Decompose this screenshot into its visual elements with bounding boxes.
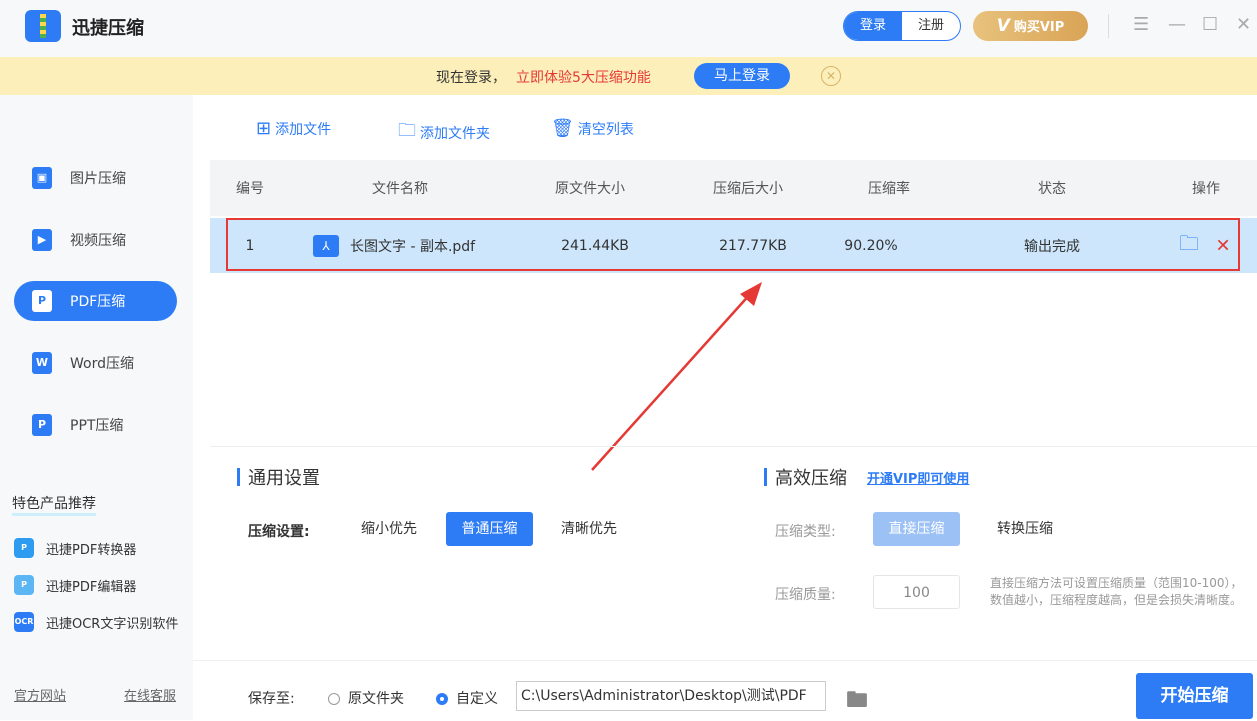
sidebar-item-label: Word压缩 [70,356,134,372]
add-folder-button[interactable]: 🗀 添加文件夹 [398,118,490,148]
title-bar: 迅捷压缩 登录 注册 V 购买VIP ☰ — ☐ ✕ [0,0,1257,57]
sidebar-item-label: PDF压缩 [70,294,126,310]
featured-title: 特色产品推荐 [12,493,96,516]
header-actions: 操作 [1192,181,1220,197]
bottom-bar: 保存至: 原文件夹 自定义 C:\Users\Administrator\Des… [193,660,1257,720]
product-label: 迅捷PDF转换器 [46,542,137,558]
product-ocr[interactable]: OCR 迅捷OCR文字识别软件 [14,612,178,632]
general-settings-title: 通用设置 [237,464,320,490]
table-header: 编号 文件名称 原文件大小 压缩后大小 压缩率 状态 操作 [210,160,1257,216]
app-logo-icon [25,10,61,42]
maximize-icon[interactable]: ☐ [1202,14,1218,35]
annotation-arrow [591,282,762,471]
add-file-icon: ⊞ [256,118,272,139]
word-icon: W [32,352,52,374]
menu-icon[interactable]: ☰ [1133,14,1149,35]
online-support-link[interactable]: 在线客服 [124,685,176,704]
trash-icon: 🗑 [551,118,574,139]
output-path-input[interactable]: C:\Users\Administrator\Desktop\测试\PDF [516,681,826,711]
ocr-icon: OCR [14,612,34,632]
login-banner: 现在登录， 立即体验5大压缩功能 马上登录 ✕ [0,57,1257,95]
open-vip-link[interactable]: 开通VIP即可使用 [867,468,969,487]
type-direct[interactable]: 直接压缩 [873,512,960,546]
sidebar-item-video[interactable]: ▶ 视频压缩 [14,220,177,260]
add-folder-label: 添加文件夹 [420,126,490,142]
compress-type-label: 压缩类型: [775,524,836,540]
start-compress-button[interactable]: 开始压缩 [1136,673,1253,719]
app-title: 迅捷压缩 [72,18,144,39]
header-compressed-size: 压缩后大小 [713,181,783,197]
buy-vip-label: 购买VIP [1013,20,1065,35]
radio-label: 原文件夹 [348,691,404,707]
image-icon: ▣ [32,167,52,189]
header-name: 文件名称 [372,181,428,197]
divider [210,446,1257,447]
header-status: 状态 [1038,181,1066,197]
add-file-label: 添加文件 [275,121,332,138]
advanced-title: 高效压缩 [764,464,847,490]
radio-icon [436,693,448,705]
sidebar: ▣ 图片压缩 ▶ 视频压缩 P PDF压缩 W Word压缩 P PPT压缩 特色产品推荐… [0,95,193,720]
add-file-button[interactable]: ⊞ 添加文件 [256,118,331,139]
login-button[interactable]: 登录 [844,12,902,40]
radio-custom[interactable]: 自定义 [436,688,498,708]
quality-label: 压缩质量: [775,587,836,603]
browse-folder-icon[interactable]: 🖿 [846,683,868,721]
sidebar-item-ppt[interactable]: P PPT压缩 [14,405,177,445]
close-icon[interactable]: ✕ [1236,14,1251,35]
header-index: 编号 [236,181,264,197]
video-icon: ▶ [32,229,52,251]
vip-icon: V [996,16,1010,36]
buy-vip-button[interactable]: V 购买VIP [973,11,1088,41]
banner-highlight: 立即体验5大压缩功能 [516,70,651,86]
ppt-icon: P [32,414,52,436]
product-pdf-editor[interactable]: P 迅捷PDF编辑器 [14,575,136,595]
radio-icon [328,693,340,705]
option-smaller-first[interactable]: 缩小优先 [344,512,434,546]
header-ratio: 压缩率 [868,181,910,197]
highlight-box [226,218,1240,271]
radio-original-folder[interactable]: 原文件夹 [328,688,404,708]
type-convert[interactable]: 转换压缩 [980,512,1070,546]
register-button[interactable]: 注册 [902,12,960,40]
quality-hint-2: 数值越小，压缩程度越高，但是会损失清晰度。 [990,593,1243,607]
header-original-size: 原文件大小 [555,181,625,197]
sidebar-item-pdf[interactable]: P PDF压缩 [14,281,177,321]
add-folder-icon: 🗀 [398,120,416,141]
divider [1108,14,1109,38]
sidebar-item-label: PPT压缩 [70,418,124,434]
login-now-button[interactable]: 马上登录 [694,63,790,89]
option-clarity-first[interactable]: 清晰优先 [544,512,634,546]
pdf-converter-icon: P [14,538,34,558]
product-label: 迅捷PDF编辑器 [46,579,137,595]
sidebar-item-label: 图片压缩 [70,171,126,187]
pdf-editor-icon: P [14,575,34,595]
auth-buttons: 登录 注册 [843,11,961,41]
product-pdf-converter[interactable]: P 迅捷PDF转换器 [14,538,136,558]
official-website-link[interactable]: 官方网站 [14,685,66,704]
radio-label: 自定义 [456,691,498,707]
sidebar-item-label: 视频压缩 [70,233,126,249]
quality-hint-1: 直接压缩方法可设置压缩质量（范围10-100）， [990,576,1243,590]
banner-text: 现在登录， [436,70,506,86]
sidebar-item-image[interactable]: ▣ 图片压缩 [14,158,177,198]
save-to-label: 保存至: [248,691,295,707]
sidebar-item-word[interactable]: W Word压缩 [14,343,177,383]
minimize-icon[interactable]: — [1168,14,1186,35]
clear-list-button[interactable]: 🗑 清空列表 [551,118,634,139]
option-normal[interactable]: 普通压缩 [446,512,533,546]
close-banner-icon[interactable]: ✕ [821,66,841,86]
quality-input[interactable]: 100 [873,575,960,609]
product-label: 迅捷OCR文字识别软件 [46,616,179,632]
compress-setting-label: 压缩设置: [248,524,310,540]
pdf-icon: P [32,290,52,312]
clear-list-label: 清空列表 [577,121,634,138]
